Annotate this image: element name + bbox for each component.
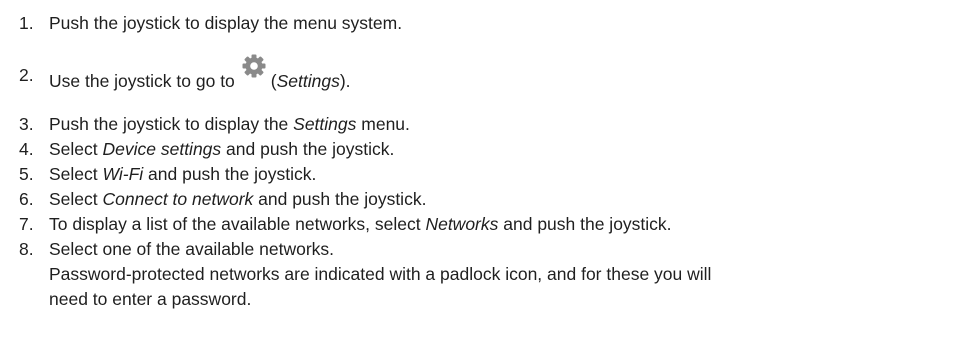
step-text-part: menu.: [356, 114, 410, 134]
step-number: 3.: [19, 114, 34, 134]
step-text: Push the joystick to display the Setting…: [49, 112, 410, 137]
step-text: Select one of the available networks.: [49, 239, 335, 259]
step-text: Use the joystick to go to (Settings).: [49, 54, 351, 94]
step-8-note-line: Password-protected networks are indicate…: [49, 264, 712, 284]
step-text-part: Select: [49, 164, 103, 184]
step-number: 8.: [19, 239, 34, 259]
step-text-part: Push the joystick to display the: [49, 114, 294, 134]
step-text-part: and push the joystick.: [498, 214, 672, 234]
step-text-emphasis: Settings: [293, 114, 357, 134]
step-text-part: Use the joystick to go to: [49, 71, 235, 91]
step-text-part: and push the joystick.: [253, 189, 427, 209]
step-text: Push the joystick to display the menu sy…: [49, 13, 403, 33]
step-text: Select Wi-Fi and push the joystick.: [49, 162, 316, 187]
step-number: 4.: [19, 139, 34, 159]
step-text-emphasis: Connect to network: [102, 189, 254, 209]
step-text-emphasis: Device settings: [102, 139, 222, 159]
step-number: 5.: [19, 164, 34, 184]
step-text-part: and push the joystick.: [143, 164, 317, 184]
step-text-part: To display a list of the available netwo…: [49, 214, 426, 234]
step-8-note-line: need to enter a password.: [49, 289, 252, 309]
step-text: Select Device settings and push the joys…: [49, 137, 394, 162]
instruction-list: 1. Push the joystick to display the menu…: [0, 0, 959, 345]
step-text: To display a list of the available netwo…: [49, 212, 672, 237]
step-text-part: and push the joystick.: [221, 139, 395, 159]
step-text-emphasis: Networks: [425, 214, 499, 234]
step-text: Select Connect to network and push the j…: [49, 187, 426, 212]
gear-icon: [241, 53, 267, 79]
step-text-part: ).: [339, 71, 351, 91]
step-text-emphasis: Settings: [276, 71, 340, 91]
step-number: 6.: [19, 189, 34, 209]
step-text-part: Select: [49, 139, 103, 159]
step-number: 7.: [19, 214, 34, 234]
step-text-part: Select: [49, 189, 103, 209]
step-text-emphasis: Wi-Fi: [102, 164, 144, 184]
step-number: 2.: [19, 65, 34, 85]
step-number: 1.: [19, 13, 34, 33]
